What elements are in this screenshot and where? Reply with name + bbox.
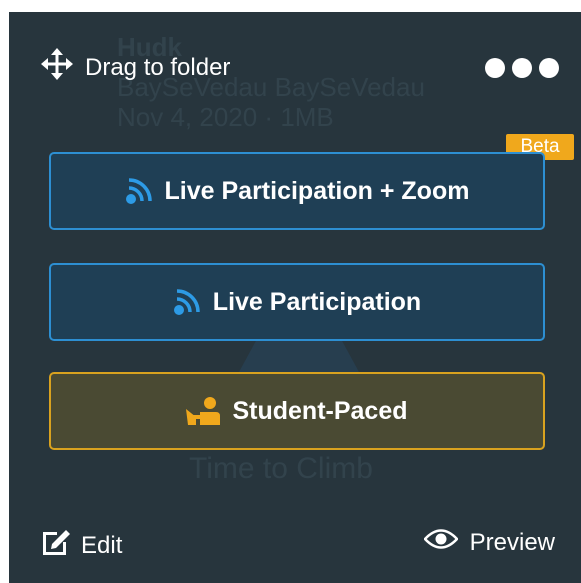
more-dots-icon: [512, 58, 532, 78]
live-participation-zoom-button[interactable]: Live Participation + Zoom: [49, 152, 545, 230]
eye-icon: [422, 528, 470, 557]
live-participation-button[interactable]: Live Participation: [49, 263, 545, 341]
preview-label: Preview: [469, 528, 555, 556]
drag-to-folder-label: Drag to folder: [85, 53, 231, 81]
student-at-desk-icon: [186, 397, 221, 425]
edit-label: Edit: [81, 531, 123, 559]
more-dots-icon: [485, 58, 505, 78]
deck-card-overlay: Hudk BaySeVedau BaySeVedau Nov 4, 2020 ·…: [9, 12, 581, 583]
student-paced-label: Student-Paced: [232, 396, 408, 425]
card-bottom-actions: Edit Preview: [9, 512, 581, 572]
student-paced-button[interactable]: Student-Paced: [49, 372, 545, 450]
drag-to-folder-handle[interactable]: Drag to folder: [41, 48, 230, 87]
broadcast-icon: [173, 288, 201, 316]
edit-button[interactable]: Edit: [41, 528, 122, 563]
broadcast-icon: [125, 177, 153, 205]
live-participation-zoom-label: Live Participation + Zoom: [164, 176, 470, 205]
edit-pencil-icon: [41, 528, 81, 563]
card-top-bar: Drag to folder: [9, 12, 581, 122]
background-deck-name: Time to Climb: [189, 452, 373, 485]
more-dots-icon: [539, 58, 559, 78]
move-arrows-icon: [41, 48, 85, 87]
live-participation-label: Live Participation: [212, 287, 422, 316]
more-options-button[interactable]: [485, 58, 559, 78]
preview-button[interactable]: Preview: [422, 528, 555, 557]
